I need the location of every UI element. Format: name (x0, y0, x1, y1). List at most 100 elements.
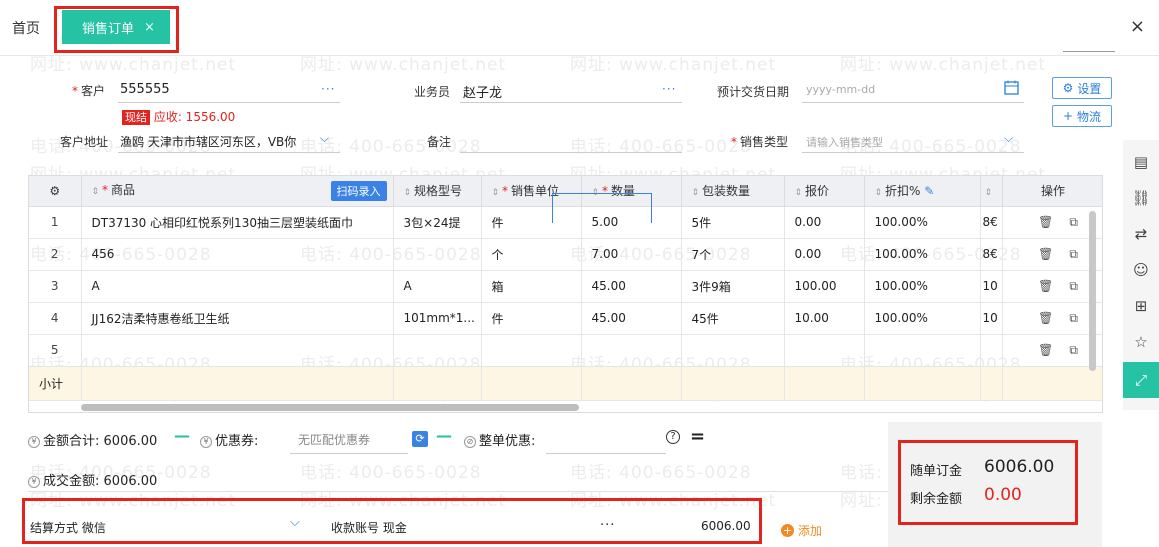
chevron-down-icon[interactable]: ⌵ (290, 515, 300, 530)
copy-icon[interactable]: ⧉ (1069, 215, 1078, 230)
delete-icon[interactable]: 🗑 (1038, 279, 1053, 294)
settings-button[interactable]: ⚙ 设置 (1052, 77, 1112, 99)
cell-discount[interactable]: 100.00% (864, 302, 981, 335)
refresh-icon[interactable]: ⟳ (412, 431, 428, 447)
account-more-icon[interactable]: ··· (600, 518, 615, 533)
calendar-icon[interactable] (1004, 80, 1020, 96)
cell-price[interactable]: 100.00 (784, 270, 865, 303)
header-price[interactable]: ⇕ 报价 (784, 176, 865, 207)
cell-product[interactable] (81, 334, 394, 367)
delete-icon[interactable]: 🗑 (1038, 343, 1053, 358)
smile-icon[interactable]: ☺ (1131, 260, 1151, 280)
cell-extra[interactable]: 8€ (980, 206, 1003, 239)
cell-discount[interactable] (864, 334, 981, 367)
cell-qty[interactable]: 45.00 (581, 270, 682, 303)
cell-discount[interactable]: 100.00% (864, 270, 981, 303)
chevron-down-icon[interactable]: ⌵ (1004, 131, 1013, 146)
add-payment-button[interactable]: + 添加 (781, 522, 822, 539)
horizontal-scrollbar[interactable] (81, 404, 579, 411)
cell-price[interactable]: 0.00 (784, 206, 865, 239)
table-row[interactable]: 5 🗑 ⧉ (29, 334, 1102, 367)
cell-price[interactable] (784, 334, 865, 367)
cell-price[interactable]: 0.00 (784, 238, 865, 271)
cell-pack[interactable]: 3件9箱 (681, 270, 785, 303)
cell-spec[interactable]: A (393, 270, 482, 303)
delete-icon[interactable]: 🗑 (1038, 247, 1053, 262)
payment-amount[interactable]: 6006.00 (701, 519, 751, 533)
document-icon[interactable]: ▤ (1131, 152, 1151, 172)
edit-icon[interactable]: ✎ (924, 184, 934, 198)
cell-product[interactable]: 456 (81, 238, 394, 271)
cash-badge: 现结 (122, 110, 150, 125)
header-spec[interactable]: ⇕ 规格型号 (393, 176, 482, 207)
cell-spec[interactable]: 3包×24提 (393, 206, 482, 239)
column-settings-icon[interactable]: ⚙ (29, 176, 82, 207)
sales-type-input[interactable]: 请输入销售类型 (806, 134, 883, 150)
logistics-button[interactable]: + 物流 (1052, 105, 1112, 127)
cell-qty[interactable] (581, 334, 682, 367)
header-discount[interactable]: ⇕ 折扣% ✎ (864, 176, 981, 207)
delivery-date-input[interactable]: yyyy-mm-dd (806, 83, 875, 96)
total-amount: ¥ 金额合计: 6006.00 (28, 430, 157, 449)
help-icon[interactable]: ? (666, 429, 683, 444)
customer-field[interactable]: 555555 (120, 82, 170, 97)
header-pack-qty[interactable]: ⇕ 包装数量 (681, 176, 785, 207)
stamp-icon[interactable]: ⊞ (1131, 296, 1151, 316)
tab-close-icon[interactable]: × (144, 20, 155, 35)
cell-extra[interactable]: 10 (980, 302, 1003, 335)
cell-qty[interactable]: 45.00 (581, 302, 682, 335)
cell-pack[interactable]: 5件 (681, 206, 785, 239)
swap-icon[interactable]: ⇄ (1131, 224, 1151, 244)
cell-spec[interactable]: 101mm*1... (393, 302, 482, 335)
cell-product[interactable]: DT37130 心相印红悦系列130抽三层塑装纸面巾 (81, 206, 394, 239)
cell-discount[interactable]: 100.00% (864, 238, 981, 271)
table-row[interactable]: 3 A A 箱 45.00 3件9箱 100.00 100.00% 10 🗑 ⧉ (29, 270, 1102, 303)
payment-method: 结算方式 微信 (30, 521, 106, 535)
scan-entry-button[interactable]: 扫码录入 (330, 180, 387, 201)
expand-icon[interactable]: ⤢ (1123, 362, 1159, 398)
chevron-down-icon[interactable]: ⌵ (320, 131, 329, 146)
remark-field[interactable] (460, 152, 682, 153)
delete-icon[interactable]: 🗑 (1038, 311, 1053, 326)
address-field[interactable]: 渔鸥 天津市市辖区河东区，VB你 (120, 133, 296, 150)
tab-home[interactable]: 首页 (12, 18, 40, 38)
copy-icon[interactable]: ⧉ (1069, 343, 1078, 358)
cell-product[interactable]: A (81, 270, 394, 303)
cell-unit[interactable]: 箱 (481, 270, 582, 303)
vertical-scrollbar[interactable] (1089, 211, 1096, 371)
salesman-more-icon[interactable]: ··· (662, 82, 676, 96)
copy-icon[interactable]: ⧉ (1069, 279, 1078, 294)
cell-discount[interactable]: 100.00% (864, 206, 981, 239)
coupon-label: ¥ 优惠券: (200, 430, 258, 449)
copy-icon[interactable]: ⧉ (1069, 311, 1078, 326)
cell-spec[interactable] (393, 334, 482, 367)
cell-extra[interactable]: 10 (980, 270, 1003, 303)
salesman-field[interactable]: 赵子龙 (463, 82, 502, 101)
cell-pack[interactable]: 7个 (681, 238, 785, 271)
cell-price[interactable]: 10.00 (784, 302, 865, 335)
watermark-site: 网址: www.chanjet.net (300, 491, 507, 511)
cell-pack[interactable] (681, 334, 785, 367)
cell-extra[interactable]: 8€ (980, 238, 1003, 271)
copy-icon[interactable]: ⧉ (1069, 247, 1078, 262)
delete-icon[interactable]: 🗑 (1038, 215, 1053, 230)
cell-spec[interactable] (393, 238, 482, 271)
cell-qty[interactable]: 7.00 (581, 238, 682, 271)
coupon-select[interactable]: 无匹配优惠券 (298, 431, 370, 448)
table-row[interactable]: 4 JJ162洁柔特惠卷纸卫生纸 101mm*1... 件 45.00 45件 … (29, 302, 1102, 335)
table-row[interactable]: 2 456 个 7.00 7个 0.00 100.00% 8€ 🗑 ⧉ (29, 238, 1102, 271)
tab-sales-order[interactable]: 销售订单 × (62, 10, 170, 44)
header-product[interactable]: ⇕ * 商品 扫码录入 (81, 176, 394, 207)
header-more[interactable]: ⇕ (980, 176, 1003, 207)
cell-extra[interactable] (980, 334, 1003, 367)
cell-unit[interactable]: 件 (481, 302, 582, 335)
star-icon[interactable]: ☆ (1131, 332, 1151, 352)
cell-unit[interactable]: 个 (481, 238, 582, 271)
cell-unit[interactable] (481, 334, 582, 367)
cell-pack[interactable]: 45件 (681, 302, 785, 335)
link-icon[interactable]: ⛓ (1131, 188, 1151, 208)
customer-more-icon[interactable]: ··· (321, 82, 335, 96)
whole-discount-input[interactable] (546, 453, 666, 454)
cell-product[interactable]: JJ162洁柔特惠卷纸卫生纸 (81, 302, 394, 335)
window-close-icon[interactable]: × (1130, 16, 1145, 37)
